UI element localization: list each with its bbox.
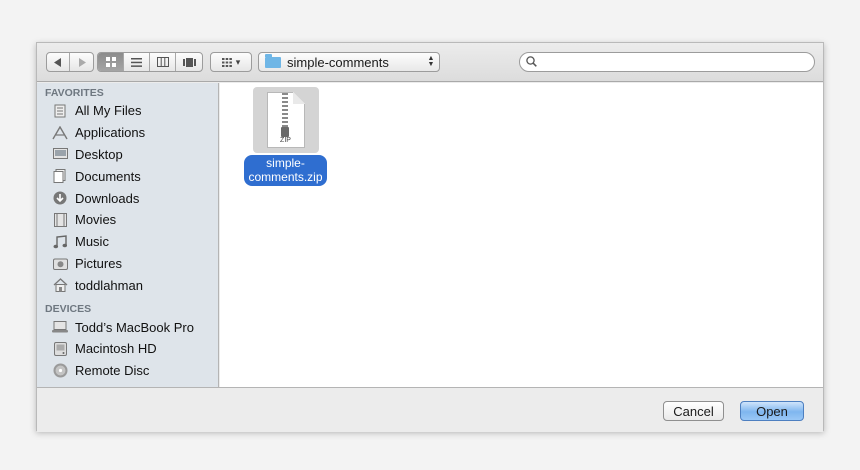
favorites-heading: FAVORITES <box>45 87 104 99</box>
sidebar-item-desktop[interactable]: Desktop <box>37 144 218 166</box>
zip-file-icon: ZIP <box>266 92 305 148</box>
back-forward-control <box>46 52 94 72</box>
sidebar-item-macbook-pro[interactable]: Todd’s MacBook Pro <box>37 316 218 338</box>
sidebar-item-label: Remote Disc <box>75 363 150 379</box>
sidebar-item-remote-disc[interactable]: Remote Disc <box>37 360 218 382</box>
movies-icon <box>52 212 68 228</box>
sidebar-item-pictures[interactable]: Pictures <box>37 253 218 275</box>
sidebar-item-applications[interactable]: Applications <box>37 122 218 144</box>
icon-view-icon <box>105 55 116 70</box>
folder-icon <box>265 53 281 68</box>
downloads-icon <box>52 190 68 206</box>
zip-type-label: ZIP <box>280 137 291 144</box>
file-thumbnail: ZIP <box>252 87 319 153</box>
popup-arrows-icon: ▲ ▼ <box>427 55 435 68</box>
sidebar-item-home[interactable]: toddlahman <box>37 274 218 296</box>
sidebar-item-label: Desktop <box>75 146 123 162</box>
file-item[interactable]: ZIP simple-comments.zip <box>238 87 333 186</box>
forward-button[interactable] <box>70 53 93 71</box>
column-view-icon <box>156 55 169 70</box>
sidebar-item-label: Applications <box>75 125 146 141</box>
sidebar-item-label: Pictures <box>75 255 122 271</box>
applications-icon <box>52 125 68 141</box>
pictures-icon <box>52 255 68 271</box>
sidebar-item-label: Movies <box>75 212 117 228</box>
file-browser[interactable]: ZIP simple-comments.zip <box>220 83 823 387</box>
open-file-dialog: ▾ simple-comments ▲ ▼ FAVORITES All My Fi… <box>36 42 824 432</box>
toolbar: ▾ simple-comments ▲ ▼ <box>37 43 823 82</box>
back-arrow-icon <box>54 55 62 70</box>
cancel-button[interactable]: Cancel <box>663 401 724 421</box>
sidebar-item-label: Todd’s MacBook Pro <box>75 319 194 335</box>
list-view-icon <box>131 55 142 70</box>
back-button[interactable] <box>47 53 70 71</box>
sidebar-item-movies[interactable]: Movies <box>37 209 218 231</box>
arrange-control[interactable]: ▾ <box>210 52 252 72</box>
search-icon <box>526 55 537 70</box>
music-icon <box>52 234 68 250</box>
dialog-footer: Cancel Open <box>37 387 823 432</box>
chevron-down-icon: ▾ <box>235 56 241 67</box>
sidebar-item-label: Downloads <box>75 190 140 206</box>
home-icon <box>52 277 68 293</box>
coverflow-view-button[interactable] <box>176 53 202 71</box>
sidebar-item-label: Macintosh HD <box>75 341 157 357</box>
sidebar-item-label: Documents <box>75 168 141 184</box>
search-field[interactable] <box>519 52 815 72</box>
arrange-button[interactable]: ▾ <box>211 53 251 71</box>
devices-heading: DEVICES <box>45 303 92 316</box>
sidebar-item-label: All My Files <box>75 103 142 119</box>
sidebar-item-documents[interactable]: Documents <box>37 165 218 187</box>
location-popup[interactable]: simple-comments ▲ ▼ <box>258 52 440 72</box>
documents-icon <box>52 168 68 184</box>
desktop-icon <box>52 146 68 162</box>
location-label: simple-comments <box>287 54 389 70</box>
coverflow-view-icon <box>182 55 196 70</box>
view-mode-control <box>97 52 203 72</box>
sidebar-item-label: Music <box>75 234 109 250</box>
sidebar-item-label: toddlahman <box>75 277 143 293</box>
disc-icon <box>52 363 68 379</box>
sidebar: FAVORITES All My Files Applications Desk… <box>37 83 219 387</box>
sidebar-item-macintosh-hd[interactable]: Macintosh HD <box>37 338 218 360</box>
forward-arrow-icon <box>78 55 86 70</box>
all-files-icon <box>52 103 68 119</box>
list-view-button[interactable] <box>124 53 150 71</box>
open-button[interactable]: Open <box>740 401 804 421</box>
icon-view-button[interactable] <box>98 53 124 71</box>
sidebar-item-music[interactable]: Music <box>37 231 218 253</box>
arrange-grid-icon <box>221 55 232 70</box>
column-view-button[interactable] <box>150 53 176 71</box>
sidebar-item-downloads[interactable]: Downloads <box>37 187 218 209</box>
sidebar-item-all-my-files[interactable]: All My Files <box>37 100 218 122</box>
laptop-icon <box>52 319 68 335</box>
hard-disk-icon <box>52 341 68 357</box>
file-name-label: simple-comments.zip <box>244 155 327 186</box>
